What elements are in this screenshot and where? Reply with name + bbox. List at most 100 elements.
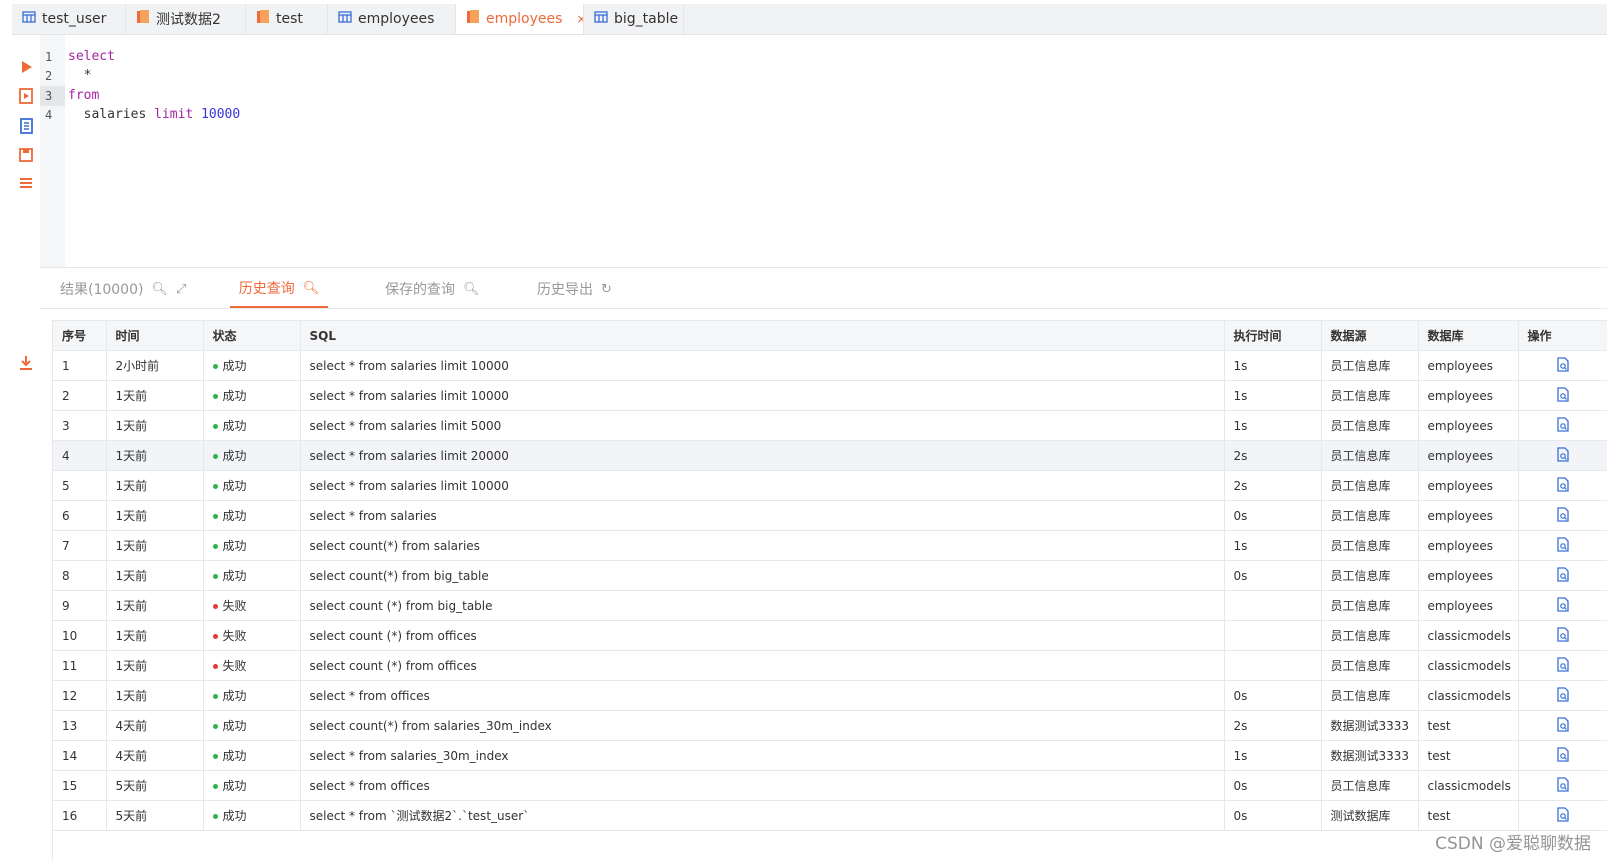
table-row[interactable]: 9 1天前 失败 select count (*) from big_table 员工信… bbox=[53, 590, 1607, 621]
search-icon[interactable]: 🔍︎ bbox=[303, 281, 320, 296]
view-document-icon[interactable] bbox=[1556, 626, 1570, 645]
tab-history-export[interactable]: 历史导出 ↻ bbox=[537, 270, 612, 308]
table-row[interactable]: 11 1天前 失败 select count (*) from offices 员工信息… bbox=[53, 650, 1607, 681]
run-icon[interactable] bbox=[16, 57, 36, 77]
view-document-icon[interactable] bbox=[1556, 536, 1570, 555]
table-row[interactable]: 7 1天前 成功 select count(*) from salaries 1s 员工信… bbox=[53, 530, 1607, 561]
cell-src: 员工信息库 bbox=[1321, 770, 1419, 801]
view-document-icon[interactable] bbox=[1556, 566, 1570, 585]
tab-3[interactable]: employees bbox=[328, 4, 456, 34]
cell-status: 成功 bbox=[203, 560, 301, 591]
table-row[interactable]: 8 1天前 成功 select count(*) from big_table 0s 员工… bbox=[53, 560, 1607, 591]
cell-actions bbox=[1518, 470, 1607, 501]
cell-time: 1天前 bbox=[106, 530, 204, 561]
tab-history[interactable]: 历史查询 🔍︎ bbox=[230, 270, 328, 308]
refresh-icon[interactable]: ↻ bbox=[601, 282, 612, 297]
view-document-icon[interactable] bbox=[1556, 356, 1570, 375]
view-document-icon[interactable] bbox=[1556, 746, 1570, 765]
cell-actions bbox=[1518, 680, 1607, 711]
table-row[interactable]: 2 1天前 成功 select * from salaries limit 10000… bbox=[53, 380, 1607, 411]
cell-actions bbox=[1518, 590, 1607, 621]
cell-sql: select * from salaries bbox=[300, 500, 1225, 531]
cell-db: employees bbox=[1418, 500, 1519, 531]
tab-saved-queries[interactable]: 保存的查询 🔍︎ bbox=[385, 270, 480, 308]
table-icon bbox=[338, 10, 352, 28]
table-row[interactable]: 5 1天前 成功 select * from salaries limit 10000… bbox=[53, 470, 1607, 501]
table-icon bbox=[22, 10, 36, 28]
table-row[interactable]: 1 2小时前 成功 select * from salaries limit 1000… bbox=[53, 350, 1607, 381]
format-icon[interactable] bbox=[16, 86, 36, 106]
tab-results[interactable]: 结果(10000) 🔍︎ ⤢ bbox=[60, 270, 186, 308]
view-document-icon[interactable] bbox=[1556, 596, 1570, 615]
column-header[interactable]: 时间 bbox=[106, 321, 204, 351]
table-row[interactable]: 16 5天前 成功 select * from `测试数据2`.`test_user`… bbox=[53, 800, 1607, 831]
view-document-icon[interactable] bbox=[1556, 476, 1570, 495]
cell-time: 1天前 bbox=[106, 590, 204, 621]
list-icon[interactable] bbox=[16, 173, 36, 193]
table-row[interactable]: 6 1天前 成功 select * from salaries 0s 员工信息库 emplo… bbox=[53, 500, 1607, 531]
table-row[interactable]: 15 5天前 成功 select * from offices 0s 员工信息库 class… bbox=[53, 770, 1607, 801]
cell-db: employees bbox=[1418, 350, 1519, 381]
download-icon[interactable] bbox=[16, 353, 36, 373]
database-icon bbox=[136, 9, 150, 29]
cell-db: classicmodels bbox=[1418, 620, 1519, 651]
column-header[interactable]: 状态 bbox=[203, 321, 301, 351]
view-document-icon[interactable] bbox=[1556, 446, 1570, 465]
cell-db: employees bbox=[1418, 470, 1519, 501]
search-icon[interactable]: 🔍︎ bbox=[463, 282, 480, 297]
column-header[interactable]: 执行时间 bbox=[1224, 321, 1322, 351]
view-document-icon[interactable] bbox=[1556, 416, 1570, 435]
column-header[interactable]: 序号 bbox=[53, 321, 107, 351]
cell-dur: 2s bbox=[1224, 470, 1322, 501]
tab-0[interactable]: test_user bbox=[12, 4, 126, 34]
view-document-icon[interactable] bbox=[1556, 806, 1570, 825]
column-header[interactable]: 操作 bbox=[1518, 321, 1607, 351]
cell-src: 员工信息库 bbox=[1321, 500, 1419, 531]
column-header[interactable]: 数据源 bbox=[1321, 321, 1419, 351]
view-document-icon[interactable] bbox=[1556, 686, 1570, 705]
table-row[interactable]: 12 1天前 成功 select * from offices 0s 员工信息库 class… bbox=[53, 680, 1607, 711]
code-line-3: from bbox=[68, 88, 100, 103]
view-document-icon[interactable] bbox=[1556, 716, 1570, 735]
script-icon[interactable] bbox=[16, 116, 36, 136]
cell-time: 1天前 bbox=[106, 470, 204, 501]
save-icon[interactable] bbox=[16, 145, 36, 165]
column-header[interactable]: 数据库 bbox=[1418, 321, 1519, 351]
table-row[interactable]: 13 4天前 成功 select count(*) from salaries_30m… bbox=[53, 710, 1607, 741]
success-dot-icon bbox=[212, 364, 218, 369]
cell-n: 4 bbox=[53, 440, 107, 471]
table-row[interactable]: 14 4天前 成功 select * from salaries_30m_index 1… bbox=[53, 740, 1607, 771]
cell-actions bbox=[1518, 350, 1607, 381]
status-text: 成功 bbox=[222, 749, 247, 763]
tab-5[interactable]: big_table bbox=[584, 4, 684, 34]
editor-tab-bar: test_user 测试数据2 test employees employees × big… bbox=[12, 4, 1607, 35]
table-row[interactable]: 10 1天前 失败 select count (*) from offices 员工信息… bbox=[53, 620, 1607, 651]
view-document-icon[interactable] bbox=[1556, 506, 1570, 525]
view-document-icon[interactable] bbox=[1556, 386, 1570, 405]
cell-src: 员工信息库 bbox=[1321, 590, 1419, 621]
table-row[interactable]: 3 1天前 成功 select * from salaries limit 5000 1… bbox=[53, 410, 1607, 441]
cell-actions bbox=[1518, 500, 1607, 531]
cell-actions bbox=[1518, 560, 1607, 591]
expand-icon[interactable]: ⤢ bbox=[176, 282, 186, 297]
column-header[interactable]: SQL bbox=[300, 321, 1225, 351]
line-number: 1 bbox=[45, 50, 53, 64]
search-icon[interactable]: 🔍︎ bbox=[151, 282, 168, 297]
cell-db: employees bbox=[1418, 530, 1519, 561]
table-row[interactable]: 4 1天前 成功 select * from salaries limit 20000… bbox=[53, 440, 1607, 471]
sql-editor[interactable]: 1 2 3 4 select * from salaries limit 100… bbox=[40, 35, 1607, 268]
cell-time: 1天前 bbox=[106, 440, 204, 471]
cell-db: classicmodels bbox=[1418, 680, 1519, 711]
tab-4[interactable]: employees × bbox=[456, 4, 584, 34]
cell-sql: select * from salaries limit 10000 bbox=[300, 380, 1225, 411]
view-document-icon[interactable] bbox=[1556, 776, 1570, 795]
cell-time: 1天前 bbox=[106, 410, 204, 441]
close-icon[interactable]: × bbox=[576, 12, 583, 26]
view-document-icon[interactable] bbox=[1556, 656, 1570, 675]
tab-2[interactable]: test bbox=[246, 4, 328, 34]
cell-n: 6 bbox=[53, 500, 107, 531]
cell-time: 1天前 bbox=[106, 620, 204, 651]
tab-label: big_table bbox=[614, 11, 679, 27]
tab-label: 测试数据2 bbox=[156, 12, 221, 28]
tab-1[interactable]: 测试数据2 bbox=[126, 4, 246, 34]
